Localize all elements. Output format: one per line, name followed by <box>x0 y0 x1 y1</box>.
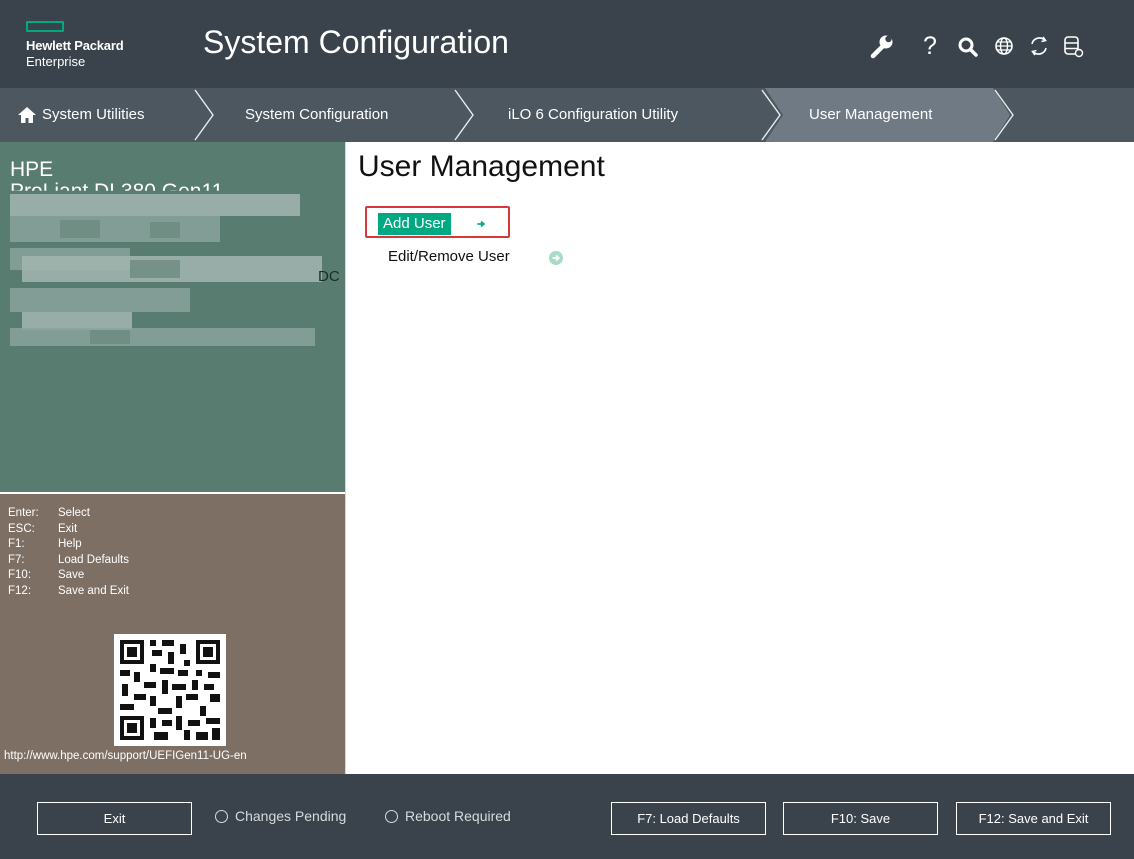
redacted-block <box>150 222 180 238</box>
arrow-right-circle-icon[interactable] <box>474 217 488 231</box>
logo-text-line1: Hewlett Packard <box>26 38 124 53</box>
arrow-right-circle-icon[interactable] <box>549 251 563 265</box>
key-label: F10: <box>8 569 32 581</box>
breadcrumb-item-user-management[interactable]: User Management <box>809 88 932 142</box>
wrench-icon[interactable] <box>869 32 895 60</box>
key-label: F1: <box>8 538 25 550</box>
key-help-row: ESC: Exit <box>8 522 129 538</box>
key-action: Save <box>58 569 85 581</box>
app-title: System Configuration <box>203 24 509 60</box>
help-glyph: ? <box>923 32 937 60</box>
key-action: Select <box>58 507 90 519</box>
hpe-logo: Hewlett Packard Enterprise <box>26 21 156 73</box>
footer-bar: Exit Changes Pending Reboot Required F7:… <box>0 774 1134 859</box>
breadcrumb-item-system-utilities[interactable]: System Utilities <box>42 88 145 142</box>
chevron-right-icon <box>194 89 214 141</box>
save-button[interactable]: F10: Save <box>783 802 938 835</box>
radio-icon <box>385 809 398 823</box>
refresh-icon[interactable] <box>1026 32 1052 60</box>
redacted-block <box>130 260 180 278</box>
load-defaults-button[interactable]: F7: Load Defaults <box>611 802 766 835</box>
partial-text: DC <box>318 268 340 285</box>
exit-button[interactable]: Exit <box>37 802 192 835</box>
redacted-block <box>90 330 130 344</box>
help-url[interactable]: http://www.hpe.com/support/UEFIGen11-UG-… <box>4 750 247 762</box>
globe-icon[interactable] <box>991 32 1017 60</box>
save-and-exit-button[interactable]: F12: Save and Exit <box>956 802 1111 835</box>
changes-pending-label: Changes Pending <box>235 808 347 824</box>
key-label: ESC: <box>8 522 35 535</box>
breadcrumb-item-ilo6-config[interactable]: iLO 6 Configuration Utility <box>508 88 678 142</box>
key-action: Exit <box>58 522 78 535</box>
reboot-required-indicator: Reboot Required <box>385 808 511 824</box>
redacted-block <box>10 194 300 216</box>
redacted-block <box>10 216 220 242</box>
key-help-row: F1: Help <box>8 537 129 553</box>
qr-code-icon <box>114 634 226 746</box>
redacted-block <box>10 328 315 346</box>
radio-icon <box>215 809 228 823</box>
reboot-required-label: Reboot Required <box>405 808 511 824</box>
key-help-panel: Enter: Select ESC: Exit F1: Help F7: Load De… <box>0 494 345 774</box>
panel-divider <box>345 142 346 774</box>
key-label: F7: <box>8 553 25 566</box>
home-icon[interactable] <box>17 105 37 125</box>
changes-pending-indicator: Changes Pending <box>215 808 346 824</box>
key-label: F12: <box>8 584 32 597</box>
help-icon[interactable]: ? <box>917 32 943 60</box>
search-icon[interactable] <box>955 32 981 60</box>
key-label: Enter: <box>8 507 39 519</box>
redacted-block <box>10 288 190 312</box>
breadcrumb-item-system-configuration[interactable]: System Configuration <box>245 88 388 142</box>
database-icon[interactable] <box>1060 32 1086 60</box>
key-help-row: F10: Save <box>8 568 129 584</box>
breadcrumb: System Utilities System Configuration iL… <box>0 88 1134 142</box>
page-title: User Management <box>358 150 605 183</box>
chevron-right-icon <box>994 89 1014 141</box>
key-help-row: F12: Save and Exit <box>8 584 129 600</box>
system-info-panel: HPE ProLiant DL380 Gen11 DC <box>0 142 345 492</box>
menu-item-edit-remove-user[interactable]: Edit/Remove User <box>388 248 510 265</box>
redacted-block <box>60 220 100 238</box>
chevron-right-icon <box>454 89 474 141</box>
chevron-right-icon <box>761 89 781 141</box>
key-help-row: Enter: Select <box>8 506 129 522</box>
logo-element-icon <box>26 21 64 32</box>
menu-item-add-user[interactable]: Add User <box>378 213 451 235</box>
key-help-list: Enter: Select ESC: Exit F1: Help F7: Load De… <box>8 506 129 599</box>
key-action: Load Defaults <box>58 553 129 566</box>
key-action: Help <box>58 538 82 550</box>
key-action: Save and Exit <box>58 584 129 597</box>
brand-label: HPE <box>10 158 54 181</box>
logo-text-line2: Enterprise <box>26 54 86 69</box>
key-help-row: F7: Load Defaults <box>8 553 129 569</box>
app-header: Hewlett Packard Enterprise System Config… <box>0 0 1134 88</box>
